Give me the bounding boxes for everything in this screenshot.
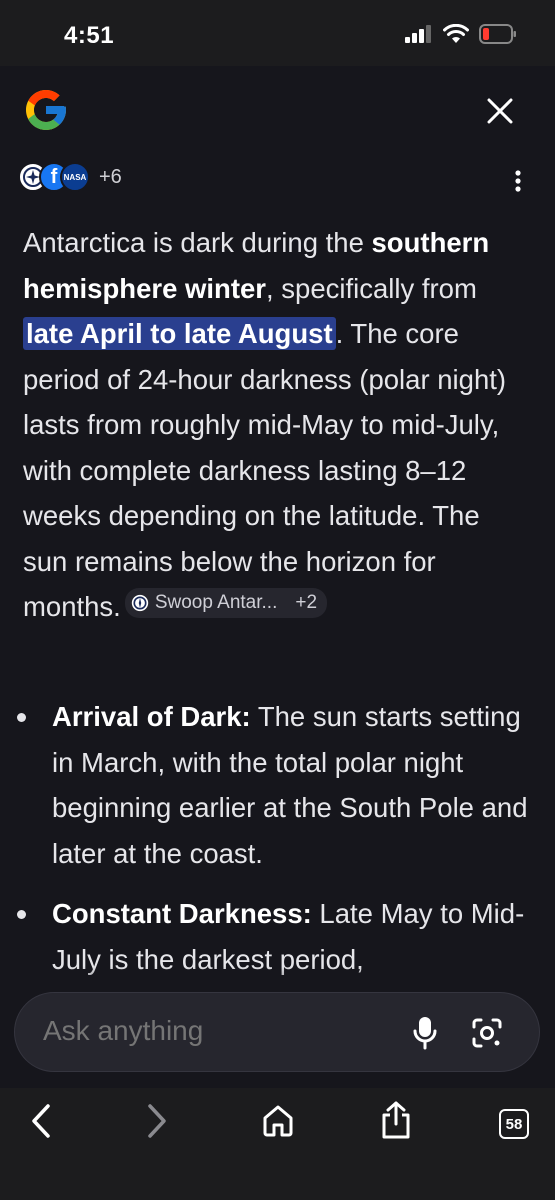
source-chip-count: +2: [295, 592, 318, 613]
swoop-compass-icon: [131, 594, 149, 612]
bullet-title: Arrival of Dark:: [52, 701, 251, 732]
close-icon[interactable]: [485, 96, 515, 126]
source-avatar-nasa: NASA: [60, 162, 90, 192]
ai-overview-panel: f NASA +6 Antarctica is dark during the …: [0, 66, 555, 1088]
google-lens-icon[interactable]: [471, 1017, 503, 1049]
cellular-signal-icon: [405, 25, 431, 43]
answer-paragraph: Antarctica is dark during the southern h…: [23, 227, 507, 622]
bullet-list: Arrival of Dark: The sun starts setting …: [0, 694, 555, 997]
sources-row[interactable]: f NASA +6: [18, 162, 122, 192]
status-time: 4:51: [64, 22, 115, 49]
status-icons: [405, 24, 517, 44]
microphone-icon[interactable]: [413, 1015, 437, 1051]
source-chip-label: Swoop Antar...: [154, 592, 278, 613]
tab-count-button[interactable]: 58: [499, 1109, 529, 1139]
bullet-title: Constant Darkness:: [52, 898, 312, 929]
back-arrow-icon[interactable]: [28, 1102, 54, 1142]
ask-bar[interactable]: [14, 992, 540, 1072]
list-item: Arrival of Dark: The sun starts setting …: [0, 694, 555, 876]
status-bar: 4:51: [0, 0, 555, 66]
forward-arrow-icon[interactable]: [144, 1102, 170, 1142]
share-icon[interactable]: [379, 1100, 413, 1140]
bullet-dot: [17, 910, 26, 919]
source-chip[interactable]: Swoop Antar... +2: [124, 588, 328, 618]
more-options-icon[interactable]: [515, 170, 521, 192]
bullet-dot: [17, 713, 26, 722]
home-icon[interactable]: [261, 1104, 295, 1138]
wifi-icon: [443, 24, 469, 43]
answer-highlight: late April to late August: [23, 317, 336, 350]
ask-input[interactable]: [43, 1015, 383, 1047]
browser-toolbar: 58: [0, 1088, 555, 1200]
sources-more-count: +6: [99, 165, 122, 188]
google-g-logo: [26, 90, 66, 130]
battery-low-icon: [479, 24, 516, 44]
